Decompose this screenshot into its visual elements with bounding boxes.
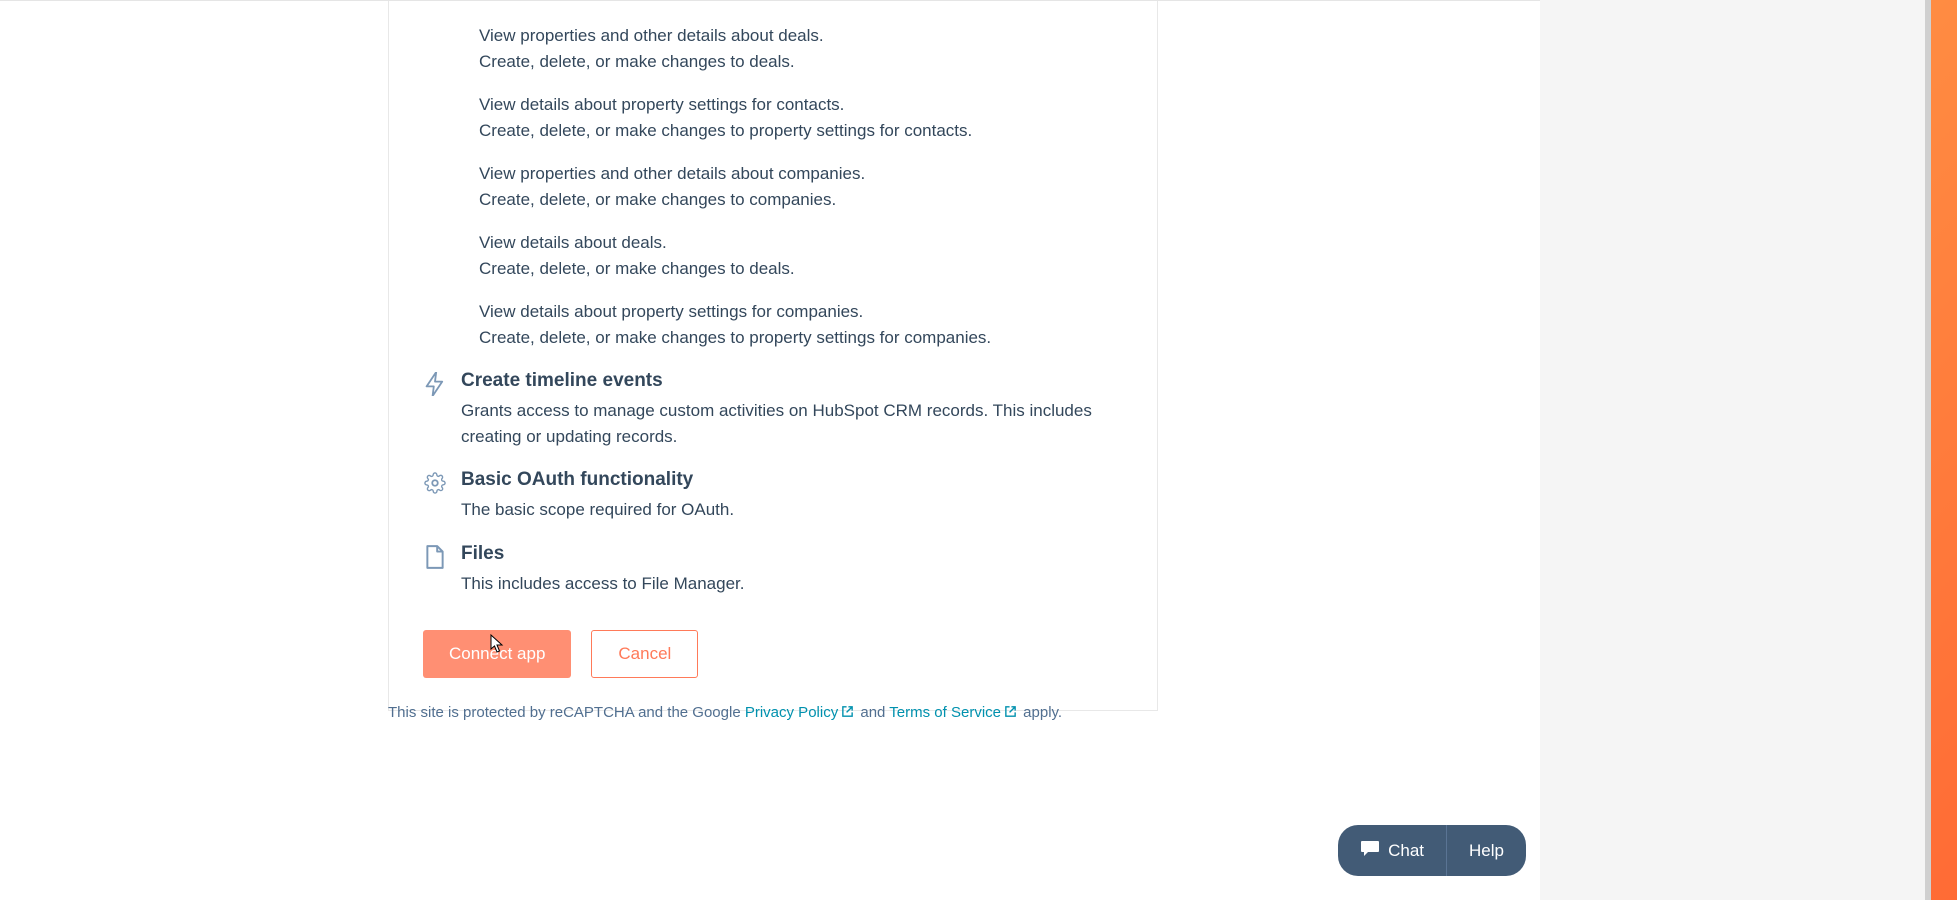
footer-recaptcha: This site is protected by reCAPTCHA and … bbox=[388, 704, 1062, 722]
connect-app-button[interactable]: Connect app bbox=[423, 630, 571, 678]
chat-icon bbox=[1360, 839, 1380, 862]
scope-description: The basic scope required for OAuth. bbox=[461, 497, 1117, 523]
scope-title: Create timeline events bbox=[461, 370, 1117, 392]
privacy-policy-link[interactable]: Privacy Policy bbox=[745, 704, 856, 721]
footer-and: and bbox=[856, 704, 889, 721]
external-link-icon bbox=[1004, 705, 1017, 722]
lightning-icon bbox=[423, 372, 447, 396]
page-container: View properties and other details about … bbox=[0, 0, 1540, 900]
scope-section-timeline: Create timeline events Grants access to … bbox=[389, 370, 1157, 449]
cancel-button[interactable]: Cancel bbox=[591, 630, 698, 678]
terms-of-service-link[interactable]: Terms of Service bbox=[889, 704, 1019, 721]
file-icon bbox=[423, 545, 447, 569]
permission-line: Create, delete, or make changes to deals… bbox=[479, 256, 1117, 282]
permission-line: Create, delete, or make changes to prope… bbox=[479, 325, 1117, 351]
permission-list: View properties and other details about … bbox=[389, 1, 1157, 350]
permission-line: Create, delete, or make changes to deals… bbox=[479, 49, 1117, 75]
chat-label: Chat bbox=[1388, 841, 1424, 861]
scope-description: This includes access to File Manager. bbox=[461, 571, 1117, 597]
desktop-edge bbox=[1931, 0, 1957, 900]
scope-description: Grants access to manage custom activitie… bbox=[461, 398, 1117, 449]
footer-suffix: apply. bbox=[1019, 704, 1062, 721]
permission-line: View properties and other details about … bbox=[479, 161, 1117, 187]
scope-section-oauth: Basic OAuth functionality The basic scop… bbox=[389, 469, 1157, 523]
permission-block: View properties and other details about … bbox=[479, 23, 1117, 74]
permission-line: Create, delete, or make changes to prope… bbox=[479, 118, 1117, 144]
permission-block: View details about property settings for… bbox=[479, 299, 1117, 350]
button-row: Connect app Cancel bbox=[389, 630, 1157, 678]
oauth-consent-card: View properties and other details about … bbox=[388, 1, 1158, 711]
external-link-icon bbox=[841, 705, 854, 722]
scope-title: Files bbox=[461, 543, 1117, 565]
permission-block: View properties and other details about … bbox=[479, 161, 1117, 212]
scope-title: Basic OAuth functionality bbox=[461, 469, 1117, 491]
permission-line: View details about property settings for… bbox=[479, 299, 1117, 325]
permission-line: View details about deals. bbox=[479, 230, 1117, 256]
help-button[interactable]: Help bbox=[1446, 825, 1526, 876]
permission-line: View details about property settings for… bbox=[479, 92, 1117, 118]
scope-section-files: Files This includes access to File Manag… bbox=[389, 543, 1157, 597]
permission-block: View details about deals. Create, delete… bbox=[479, 230, 1117, 281]
permission-line: View properties and other details about … bbox=[479, 23, 1117, 49]
chat-button[interactable]: Chat bbox=[1338, 825, 1446, 876]
gear-icon bbox=[423, 471, 447, 495]
footer-prefix: This site is protected by reCAPTCHA and … bbox=[388, 704, 745, 721]
permission-block: View details about property settings for… bbox=[479, 92, 1117, 143]
help-widgets: Chat Help bbox=[1338, 825, 1526, 876]
permission-line: Create, delete, or make changes to compa… bbox=[479, 187, 1117, 213]
